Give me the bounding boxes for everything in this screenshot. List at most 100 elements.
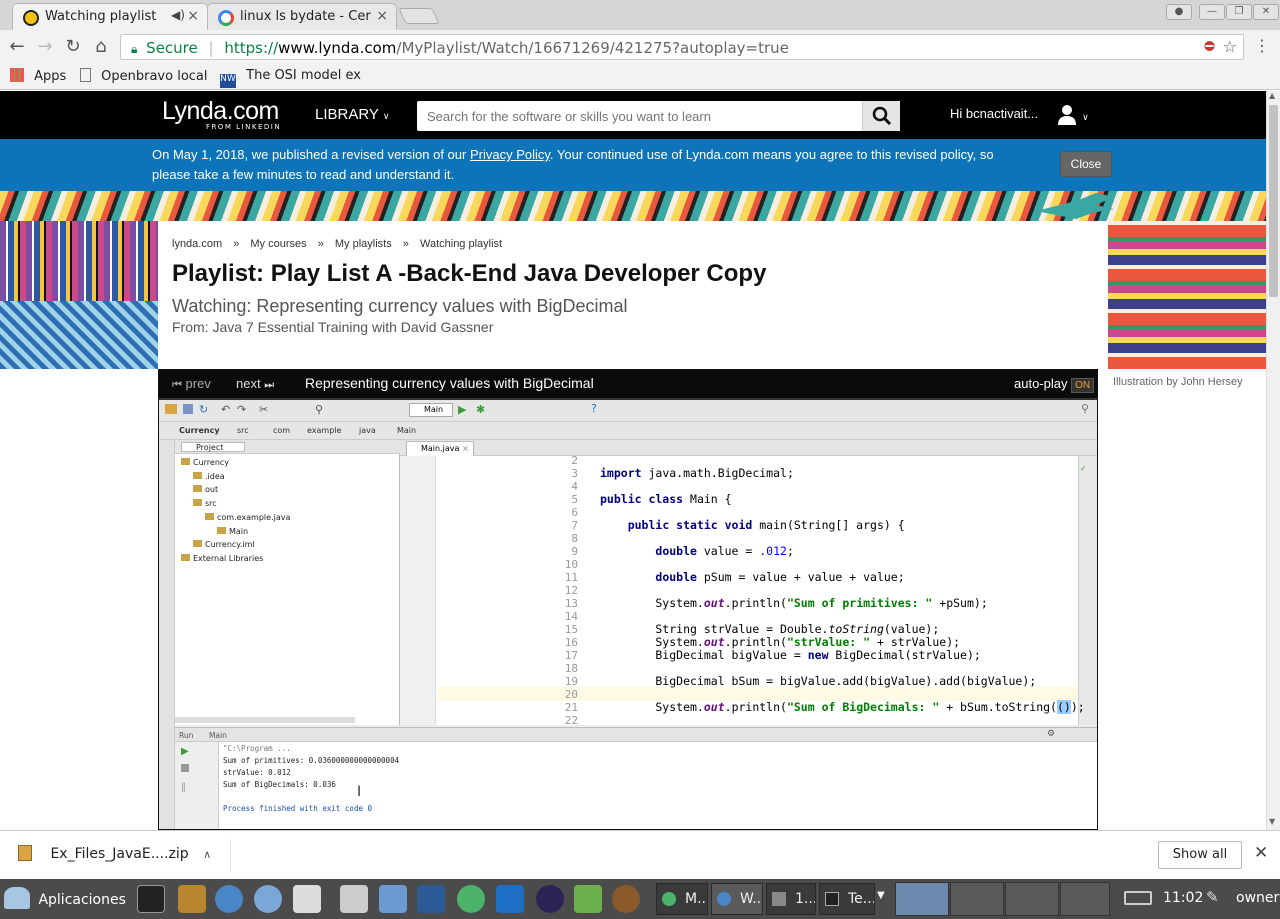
show-all-button[interactable]: Show all xyxy=(1158,841,1242,869)
line-number: 16 xyxy=(564,636,578,649)
tab-watching-playlist[interactable]: Watching playlist ◀) × xyxy=(12,3,208,30)
next-button[interactable]: next ⏭︎ xyxy=(236,376,274,392)
virtualbox-icon[interactable] xyxy=(417,885,445,913)
close-banner-button[interactable]: Close xyxy=(1060,151,1112,177)
eclipse-icon[interactable] xyxy=(536,885,564,913)
new-tab-button[interactable] xyxy=(398,8,440,24)
close-download-bar-icon[interactable]: ✕ xyxy=(1254,843,1268,863)
breadcrumb-lynda[interactable]: lynda.com xyxy=(172,238,222,250)
vscode-icon[interactable] xyxy=(496,885,524,913)
workspace-4[interactable] xyxy=(1060,882,1110,916)
line-number: 3 xyxy=(571,467,578,480)
screenshot-tool-icon[interactable] xyxy=(340,885,368,913)
scroll-up-icon[interactable]: ▲ xyxy=(1269,91,1275,100)
line-number: 10 xyxy=(564,558,578,571)
privacy-policy-link[interactable]: Privacy Policy xyxy=(470,147,550,162)
prev-button[interactable]: ⏮︎ prev xyxy=(172,376,211,392)
blocked-popup-icon[interactable]: ⛔︎ xyxy=(1204,39,1215,54)
download-item[interactable]: Ex_Files_JavaE....zip ∧ xyxy=(18,845,211,862)
bookmark-openbravo[interactable]: Openbravo local xyxy=(80,68,208,84)
close-window-button[interactable]: ✕ xyxy=(1253,4,1279,20)
restore-window-button[interactable]: ❐ xyxy=(1226,4,1252,20)
line-number: 19 xyxy=(564,675,578,688)
atom-icon[interactable] xyxy=(457,885,485,913)
search-button[interactable] xyxy=(862,101,900,131)
breadcrumb-my-playlists[interactable]: My playlists xyxy=(335,238,392,250)
pause-icon: ‖ xyxy=(181,782,186,793)
menu-icon[interactable]: ⋮ xyxy=(1254,36,1270,55)
acorn-icon[interactable] xyxy=(612,885,640,913)
workspace-3[interactable] xyxy=(1005,882,1059,916)
task-1[interactable]: 1... xyxy=(766,883,816,915)
close-tab-icon[interactable]: × xyxy=(187,8,199,24)
breadcrumb-my-courses[interactable]: My courses xyxy=(250,238,306,250)
scroll-down-icon[interactable]: ▼ xyxy=(1269,817,1275,826)
tree-item[interactable]: src xyxy=(193,499,217,508)
tree-item[interactable]: External Libraries xyxy=(181,553,263,563)
workspace-1[interactable] xyxy=(895,882,949,916)
video-player[interactable]: ↻ ↶ ↷ ✂ ⚲ Main ▶ ✱ ? ⚲ Currency src com … xyxy=(158,369,1098,830)
back-icon[interactable]: ← xyxy=(6,36,28,57)
task-te[interactable]: Te... xyxy=(819,883,875,915)
tree-item[interactable]: .idea xyxy=(193,471,225,481)
image-viewer-icon[interactable] xyxy=(293,885,321,913)
tab-linux-ls[interactable]: linux ls bydate - Cer × xyxy=(207,3,397,30)
web-browser-icon[interactable] xyxy=(254,885,282,913)
lynda-logo[interactable]: Lynda.com FROM LINKEDIN xyxy=(162,99,281,132)
search-input[interactable] xyxy=(417,101,862,131)
user-menu[interactable]: ∨ xyxy=(1057,104,1089,130)
address-bar[interactable]: 🔒︎ Secure | https://www.lynda.com/MyPlay… xyxy=(120,34,1244,60)
console-line: Process finished with exit code 0 xyxy=(223,804,373,813)
task-app-icon xyxy=(662,892,676,906)
tree-item[interactable]: com.example.java xyxy=(205,512,290,522)
tree-item[interactable]: Currency xyxy=(181,458,229,467)
applications-menu[interactable]: Aplicaciones xyxy=(4,887,126,909)
page-scrollbar[interactable]: ▲ ▼ xyxy=(1266,91,1280,830)
tree-item[interactable]: Currency.iml xyxy=(193,540,255,549)
run-config-select: Main xyxy=(409,403,453,417)
chevron-up-icon[interactable]: ∧ xyxy=(203,848,211,861)
search-everywhere-icon: ⚲ xyxy=(1081,402,1090,415)
download-bar: Ex_Files_JavaE....zip ∧ Show all ✕ xyxy=(0,830,1280,879)
autoplay-toggle[interactable]: auto-play ON xyxy=(1014,376,1095,393)
console-line: Sum of primitives: 0.036000000000000004 xyxy=(223,756,400,765)
task-app-icon xyxy=(825,892,839,906)
bookmark-osi-model[interactable]: NW The OSI model ex xyxy=(220,68,361,88)
user-greeting[interactable]: Hi bcnactivait... xyxy=(950,106,1038,121)
profile-icon[interactable]: ● xyxy=(1166,4,1192,20)
library-menu[interactable]: LIBRARY ∨ xyxy=(315,106,389,123)
minimize-window-button[interactable]: — xyxy=(1199,4,1225,20)
breadcrumb-watching-playlist: Watching playlist xyxy=(419,238,503,250)
run-icon: ▶ xyxy=(458,403,467,416)
chromium-icon[interactable] xyxy=(215,885,243,913)
tree-item[interactable]: Main xyxy=(217,526,248,536)
tree-item[interactable]: out xyxy=(193,485,218,494)
close-tab-icon[interactable]: × xyxy=(376,8,388,24)
console-line: strValue: 0.012 xyxy=(223,768,291,777)
clock[interactable]: 11:02 xyxy=(1163,890,1203,906)
line-number: 15 xyxy=(564,623,578,636)
line-number: 2 xyxy=(571,454,578,467)
line-number: 6 xyxy=(571,506,578,519)
user-icon xyxy=(1058,105,1076,125)
task-w[interactable]: W... xyxy=(711,883,763,915)
folder-icon xyxy=(193,485,202,493)
files-icon[interactable] xyxy=(379,885,407,913)
battery-icon[interactable] xyxy=(1124,891,1152,905)
terminal-icon[interactable] xyxy=(137,885,165,913)
android-studio-icon[interactable] xyxy=(574,885,602,913)
home-icon[interactable]: ⌂ xyxy=(90,36,112,57)
bookmark-star-icon[interactable]: ☆ xyxy=(1223,37,1237,56)
reload-icon[interactable]: ↻ xyxy=(62,36,84,57)
folder-icon xyxy=(165,404,177,414)
bookmark-apps[interactable]: Apps xyxy=(10,68,66,84)
forward-icon[interactable]: → xyxy=(34,36,56,57)
file-cabinet-icon[interactable] xyxy=(178,885,206,913)
task-m[interactable]: M... xyxy=(656,883,708,915)
speaker-icon: ◀) xyxy=(171,8,185,22)
scroll-thumb[interactable] xyxy=(1269,105,1278,297)
user-name[interactable]: owner xyxy=(1236,890,1279,906)
network-icon[interactable]: ✎ xyxy=(1206,888,1219,906)
workspace-2[interactable] xyxy=(950,882,1004,916)
task-overflow-chevron-icon[interactable]: ▼ xyxy=(877,890,885,901)
